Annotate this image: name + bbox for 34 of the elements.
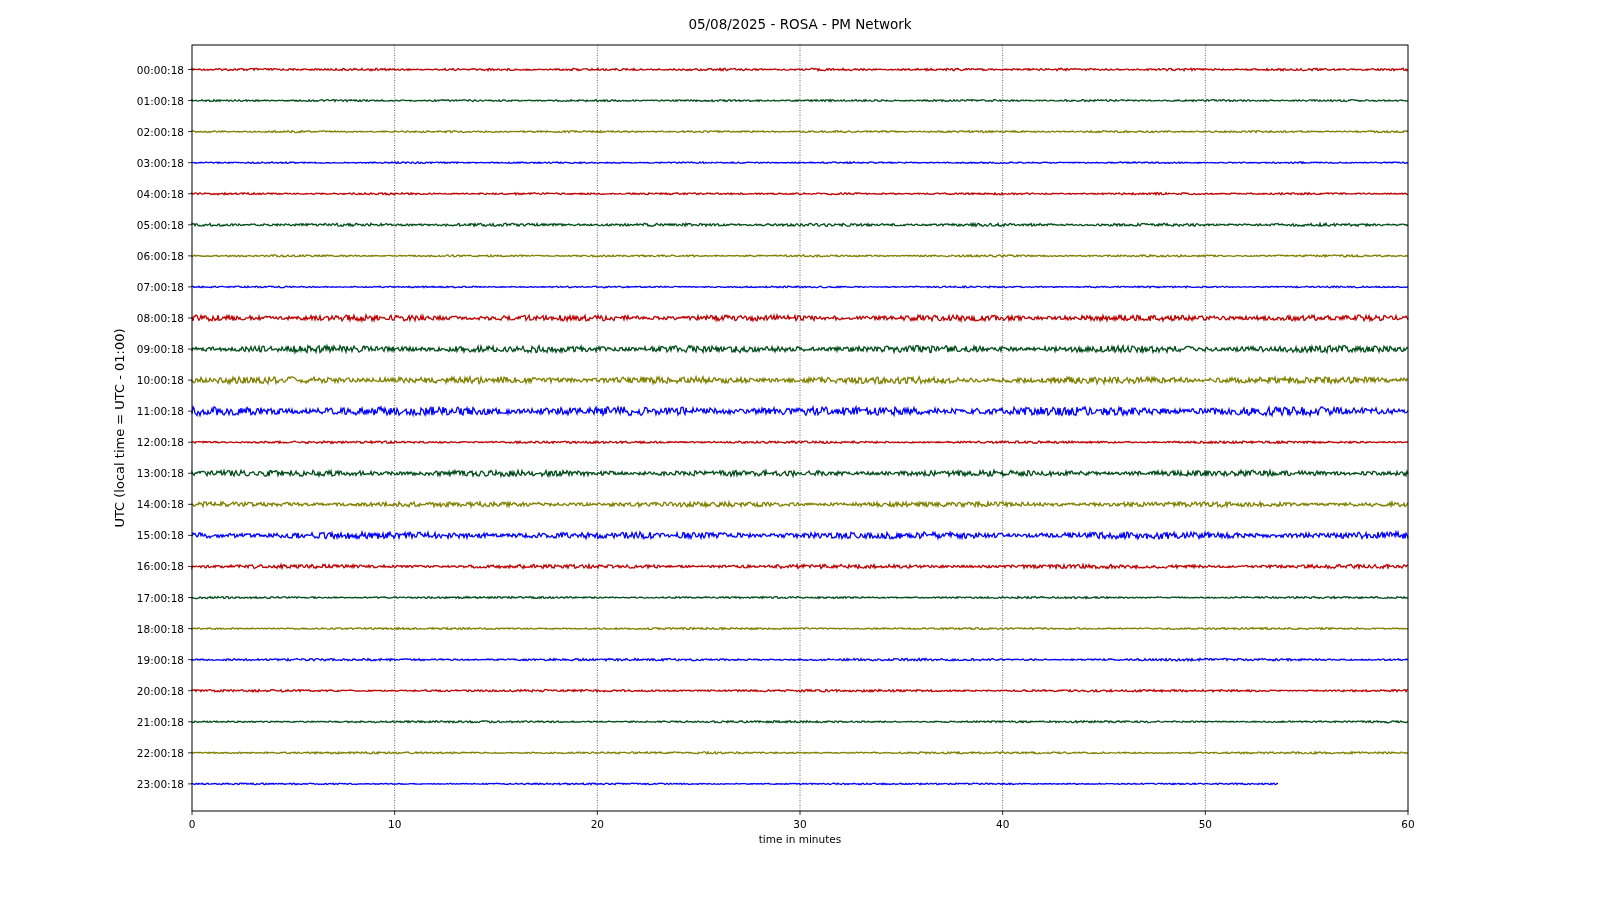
- y-tick-label: 04:00:18: [136, 187, 184, 200]
- y-tick-label: 19:00:18: [136, 653, 184, 666]
- y-tick-label: 13:00:18: [136, 467, 184, 480]
- y-tick-label: 07:00:18: [136, 280, 184, 293]
- y-tick-label: 14:00:18: [136, 498, 184, 511]
- x-tick-label: 0: [188, 818, 196, 830]
- y-tick-label: 22:00:18: [136, 746, 184, 759]
- x-tick-label: 20: [590, 818, 604, 830]
- y-tick-label: 03:00:18: [136, 156, 184, 169]
- y-tick-label: 16:00:18: [136, 560, 184, 573]
- y-tick-label: 18:00:18: [136, 622, 184, 635]
- y-tick-label: 00:00:18: [136, 63, 184, 76]
- y-tick-label: 02:00:18: [136, 125, 184, 138]
- y-tick-label: 11:00:18: [136, 405, 184, 418]
- y-tick-label: 08:00:18: [136, 312, 184, 324]
- y-tick-label: 12:00:18: [136, 436, 184, 449]
- x-tick-label: 40: [996, 818, 1010, 830]
- y-tick-label: 09:00:18: [136, 343, 184, 356]
- y-tick-label: 20:00:18: [136, 684, 184, 697]
- y-axis-label: UTC (local time = UTC - 01:00): [112, 328, 127, 528]
- chart-title: 05/08/2025 - ROSA - PM Network: [688, 16, 912, 32]
- y-tick-label: 06:00:18: [136, 249, 184, 262]
- y-tick-label: 23:00:18: [136, 777, 184, 790]
- y-tick-label: 05:00:18: [136, 218, 184, 231]
- y-tick-label: 10:00:18: [136, 374, 184, 387]
- x-tick-label: 60: [1401, 818, 1415, 830]
- x-tick-label: 50: [1198, 818, 1212, 830]
- x-axis-label: time in minutes: [758, 833, 842, 845]
- x-tick-label: 30: [793, 818, 807, 830]
- y-tick-label: 01:00:18: [136, 94, 184, 107]
- y-tick-label: 17:00:18: [136, 591, 184, 604]
- y-tick-label: 21:00:18: [136, 715, 184, 728]
- x-tick-label: 10: [388, 818, 402, 830]
- y-tick-label: 15:00:18: [136, 529, 184, 542]
